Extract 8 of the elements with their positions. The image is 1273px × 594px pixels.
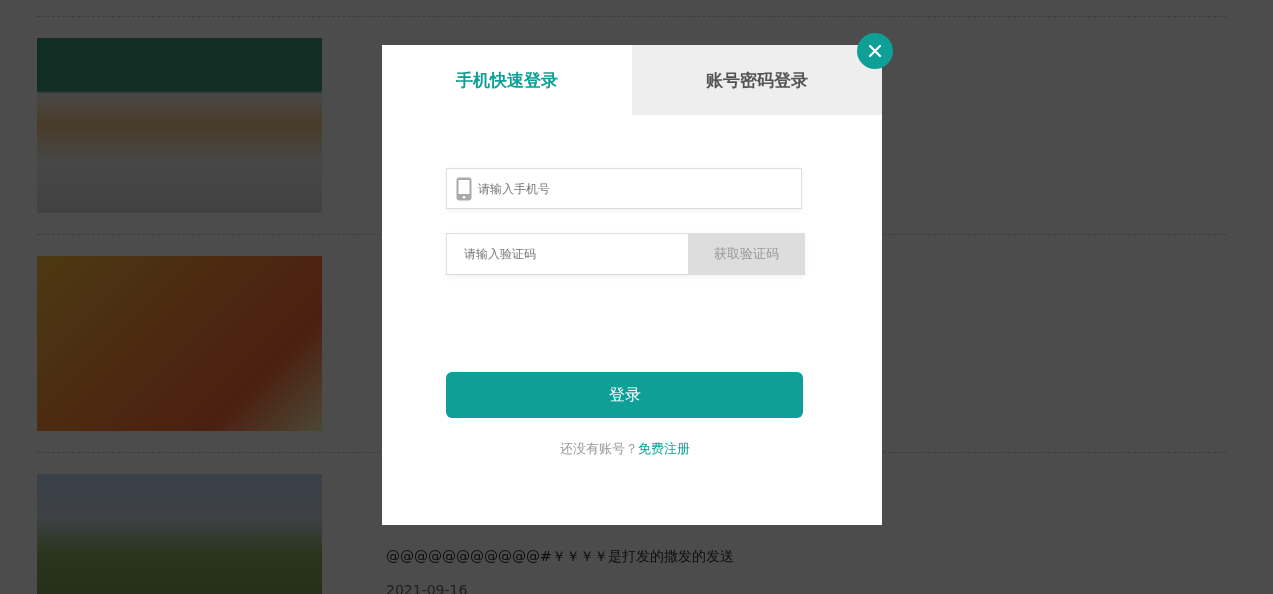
register-link[interactable]: 免费注册 bbox=[637, 440, 690, 458]
code-field[interactable]: 请输入验证码 bbox=[446, 233, 688, 275]
login-tab[interactable]: 账号密码登录 bbox=[632, 45, 882, 115]
login-button[interactable]: 登录 bbox=[446, 372, 803, 418]
phone-field[interactable]: 请输入手机号 bbox=[446, 168, 802, 209]
close-icon bbox=[869, 45, 881, 57]
phone-icon bbox=[456, 176, 472, 201]
register-prompt: 还没有账号？ bbox=[559, 440, 638, 458]
